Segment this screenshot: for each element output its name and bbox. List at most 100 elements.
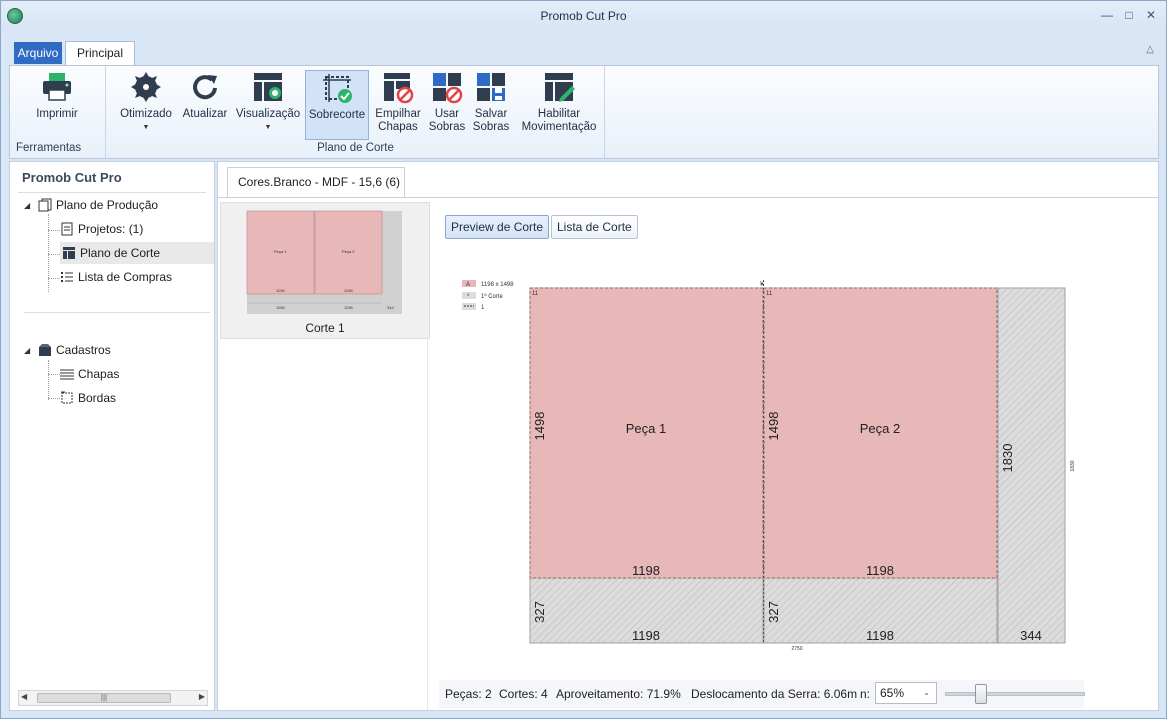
svg-text:1º Corte: 1º Corte	[481, 293, 504, 300]
zoom-select[interactable]: 65% ⌄	[875, 682, 937, 704]
zoom-slider-thumb[interactable]	[975, 684, 987, 704]
tree-plano-de-producao[interactable]: ◢ Plano de Produção	[24, 198, 158, 212]
chevron-down-icon: ⌄	[923, 688, 930, 697]
cut-thumbnail[interactable]: Peça 1 Peça 2 1198 1198 1198 1198 344 Co…	[220, 202, 430, 339]
main-pane: Cores.Branco - MDF - 15,6 (6) Peça 1 Peç…	[217, 161, 1159, 711]
piece-2-width: 1198	[866, 563, 894, 578]
saw-blade-icon	[131, 72, 161, 102]
tree-label-plano-de-corte: Plano de Corte	[80, 246, 161, 260]
cut-preview-viewer: Preview de Corte Lista de Corte A 1198 x…	[433, 202, 1158, 710]
tree-label-cadastros: Cadastros	[56, 343, 111, 357]
expand-arrow-icon[interactable]: ◢	[24, 346, 34, 355]
status-cortes: Cortes: 4	[499, 687, 548, 701]
minimize-icon[interactable]: —	[1100, 8, 1114, 22]
thumbnail-label: Corte 1	[305, 321, 345, 335]
document-icon	[61, 222, 73, 236]
piece-2-height: 1498	[766, 412, 781, 441]
imprimir-button[interactable]: Imprimir	[24, 70, 90, 140]
tab-arquivo[interactable]: Arquivo	[14, 42, 62, 64]
habilitar-movimentacao-button[interactable]: Habilitar Movimentação	[517, 70, 601, 140]
piece-1-width: 1198	[632, 563, 660, 578]
leftover-2-height: 327	[766, 601, 781, 623]
svg-text:1198 x 1498: 1198 x 1498	[481, 282, 514, 288]
zoom-slider-track[interactable]	[945, 692, 1085, 696]
expand-arrow-icon[interactable]: ◢	[24, 201, 34, 210]
left-navigation-pane: Promob Cut Pro ◢ Plano de Produção Proje…	[9, 161, 215, 711]
sheets-icon	[60, 369, 74, 380]
leftover-3-width: 344	[1020, 628, 1042, 643]
otimizado-dropdown-icon[interactable]: ▼	[115, 121, 177, 134]
atualizar-label: Atualizar	[182, 108, 228, 120]
usar-label-1: Usar	[434, 108, 460, 120]
cut-plan-icon	[63, 247, 75, 259]
piece-1-name: Peça 1	[626, 421, 666, 436]
group-label-plano-de-corte: Plano de Corte	[317, 142, 394, 154]
tree-label-lista-de-compras: Lista de Compras	[78, 270, 173, 284]
salvar-label-1: Salvar	[474, 108, 508, 120]
scroll-thumb[interactable]: |||	[37, 693, 171, 703]
svg-text:1198: 1198	[344, 305, 353, 310]
collapse-ribbon-icon[interactable]: △	[1146, 44, 1154, 55]
tree-cadastros[interactable]: ◢ Cadastros	[24, 343, 111, 357]
svg-text:Peça 1: Peça 1	[274, 249, 287, 254]
sobrecorte-icon	[323, 74, 352, 103]
tree-plano-de-corte[interactable]: Plano de Corte	[60, 242, 214, 264]
maximize-icon[interactable]: □	[1122, 8, 1136, 22]
tree-label-projetos: Projetos: (1)	[78, 222, 144, 236]
otimizado-button[interactable]: Otimizado ▼	[115, 70, 177, 140]
tree-bordas[interactable]: Bordas	[60, 391, 116, 405]
scroll-right-icon[interactable]: ▶	[199, 692, 205, 701]
visualizacao-dropdown-icon[interactable]: ▼	[233, 121, 303, 134]
refresh-icon	[193, 75, 217, 100]
salvar-label-2: Sobras	[472, 121, 510, 133]
cutting-plan-diagram: A 1198 x 1498 * 1º Corte 1 ¥ 11 11 Peça …	[462, 280, 1076, 652]
tree-chapas[interactable]: Chapas	[60, 367, 119, 381]
visualizacao-button[interactable]: Visualização ▼	[233, 70, 303, 140]
status-bar: Peças: 2 Cortes: 4 Aproveitamento: 71.9%…	[439, 680, 1085, 708]
svg-text:344: 344	[387, 305, 394, 310]
tree-label-chapas: Chapas	[78, 367, 120, 381]
left-pane-title: Promob Cut Pro	[22, 170, 122, 185]
horizontal-scrollbar[interactable]: ◀ ||| ▶	[18, 690, 208, 706]
diagram-legend: A 1198 x 1498 * 1º Corte 1	[462, 280, 514, 311]
sobrecorte-button[interactable]: Sobrecorte	[305, 70, 369, 140]
habilitar-label-1: Habilitar	[537, 108, 581, 120]
tab-principal[interactable]: Principal	[65, 41, 135, 65]
ribbon-tabs: Arquivo Principal △	[1, 39, 1166, 65]
document-tab[interactable]: Cores.Branco - MDF - 15,6 (6)	[227, 167, 405, 197]
leftover-1-width: 1198	[632, 628, 660, 643]
piece-2-name: Peça 2	[860, 421, 900, 436]
ribbon-group-ferramentas: Imprimir Ferramentas	[10, 66, 106, 158]
status-aproveitamento: Aproveitamento: 71.9%	[556, 687, 681, 701]
visualizacao-label: Visualização	[235, 108, 301, 120]
sheet-total-height: 1830	[1070, 460, 1076, 471]
preview-de-corte-button[interactable]: Preview de Corte	[445, 215, 550, 239]
view-layout-icon	[254, 73, 282, 101]
habilitar-label-2: Movimentação	[521, 121, 597, 133]
leftover-2-width: 1198	[866, 628, 894, 643]
salvar-sobras-button[interactable]: Salvar Sobras	[469, 70, 513, 140]
lista-de-corte-button[interactable]: Lista de Corte	[551, 215, 638, 239]
title-bar: Promob Cut Pro — □ ✕	[1, 1, 1166, 31]
save-leftovers-icon	[477, 73, 505, 101]
usar-sobras-button[interactable]: Usar Sobras	[427, 70, 467, 140]
ribbon: Imprimir Ferramentas Otimizado ▼ Atualiz…	[9, 65, 1159, 159]
sheet-total-width: 2750	[791, 646, 802, 652]
usar-label-2: Sobras	[428, 121, 466, 133]
tree-lista-de-compras[interactable]: Lista de Compras	[60, 270, 172, 284]
empilhar-chapas-button[interactable]: Empilhar Chapas	[371, 70, 425, 140]
scroll-left-icon[interactable]: ◀	[21, 692, 27, 701]
folder-box-icon	[39, 344, 51, 356]
status-pecas: Peças: 2	[445, 687, 492, 701]
imprimir-label: Imprimir	[36, 108, 78, 120]
status-deslocamento: Deslocamento da Serra: 6.06m	[691, 687, 858, 701]
printer-icon	[43, 73, 71, 101]
atualizar-button[interactable]: Atualizar	[179, 70, 231, 140]
svg-text:1198: 1198	[344, 288, 353, 293]
list-icon	[61, 272, 73, 282]
documents-icon	[38, 198, 52, 212]
tree-projetos[interactable]: Projetos: (1)	[60, 222, 143, 236]
thumbnail-list: Peça 1 Peça 2 1198 1198 1198 1198 344 Co…	[220, 202, 430, 710]
close-icon[interactable]: ✕	[1144, 8, 1158, 22]
svg-text:1198: 1198	[276, 288, 285, 293]
